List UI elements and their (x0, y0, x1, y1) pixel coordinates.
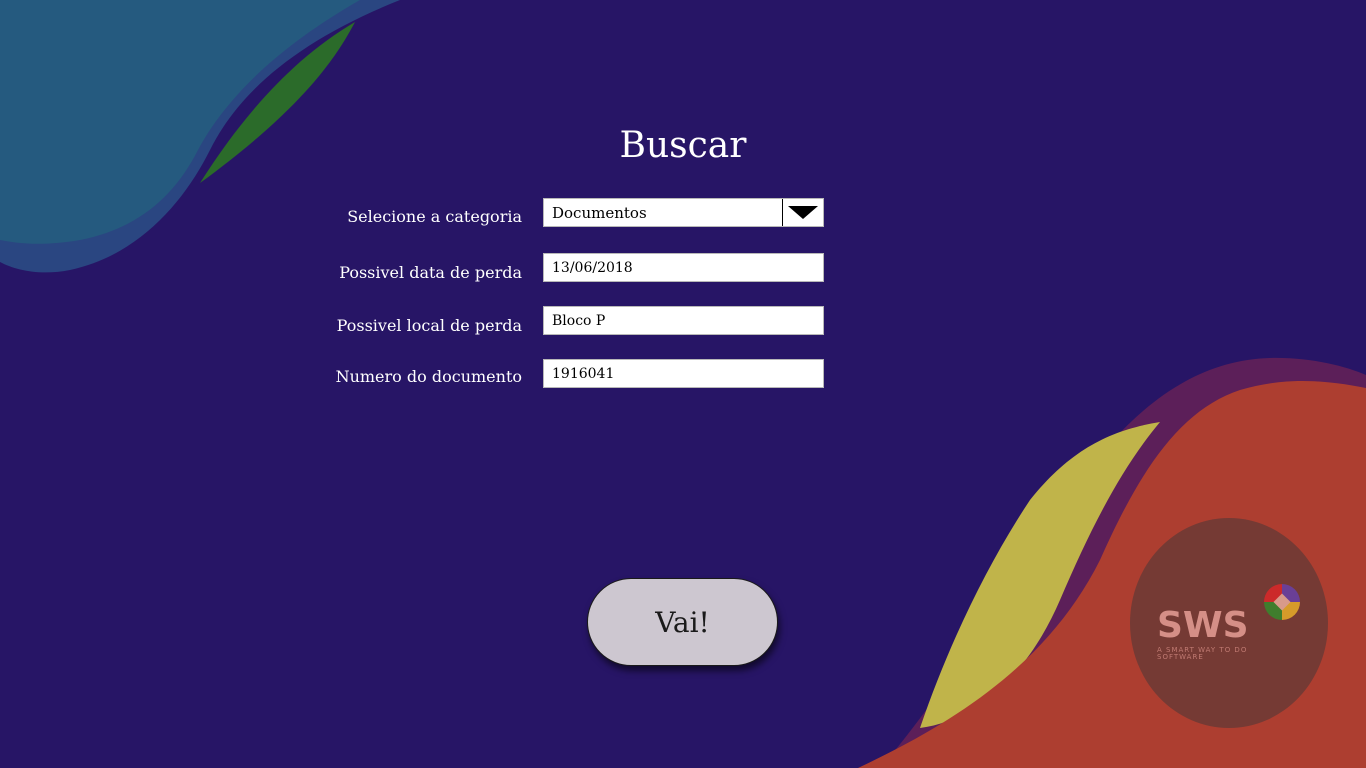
logo-text: SWS (1157, 605, 1249, 646)
date-input[interactable] (543, 253, 824, 282)
four-color-circle-icon (1264, 584, 1300, 620)
search-screen: Buscar Selecione a categoria Documentos … (0, 0, 1366, 768)
submit-button[interactable]: Vai! (587, 578, 778, 666)
dropdown-button[interactable] (782, 199, 823, 226)
sws-logo: SWS A SMART WAY TO DO SOFTWARE (1130, 518, 1328, 728)
doc-number-input[interactable] (543, 359, 824, 388)
page-title: Buscar (619, 125, 747, 166)
category-select[interactable]: Documentos (543, 198, 824, 227)
logo-tagline: A SMART WAY TO DO SOFTWARE (1157, 646, 1248, 661)
category-label: Selecione a categoria (347, 207, 522, 226)
date-label: Possivel data de perda (339, 263, 522, 282)
place-label: Possivel local de perda (336, 316, 522, 335)
category-select-value: Documentos (552, 204, 647, 222)
chevron-down-icon (788, 206, 818, 219)
place-input[interactable] (543, 306, 824, 335)
doc-number-label: Numero do documento (335, 367, 522, 386)
